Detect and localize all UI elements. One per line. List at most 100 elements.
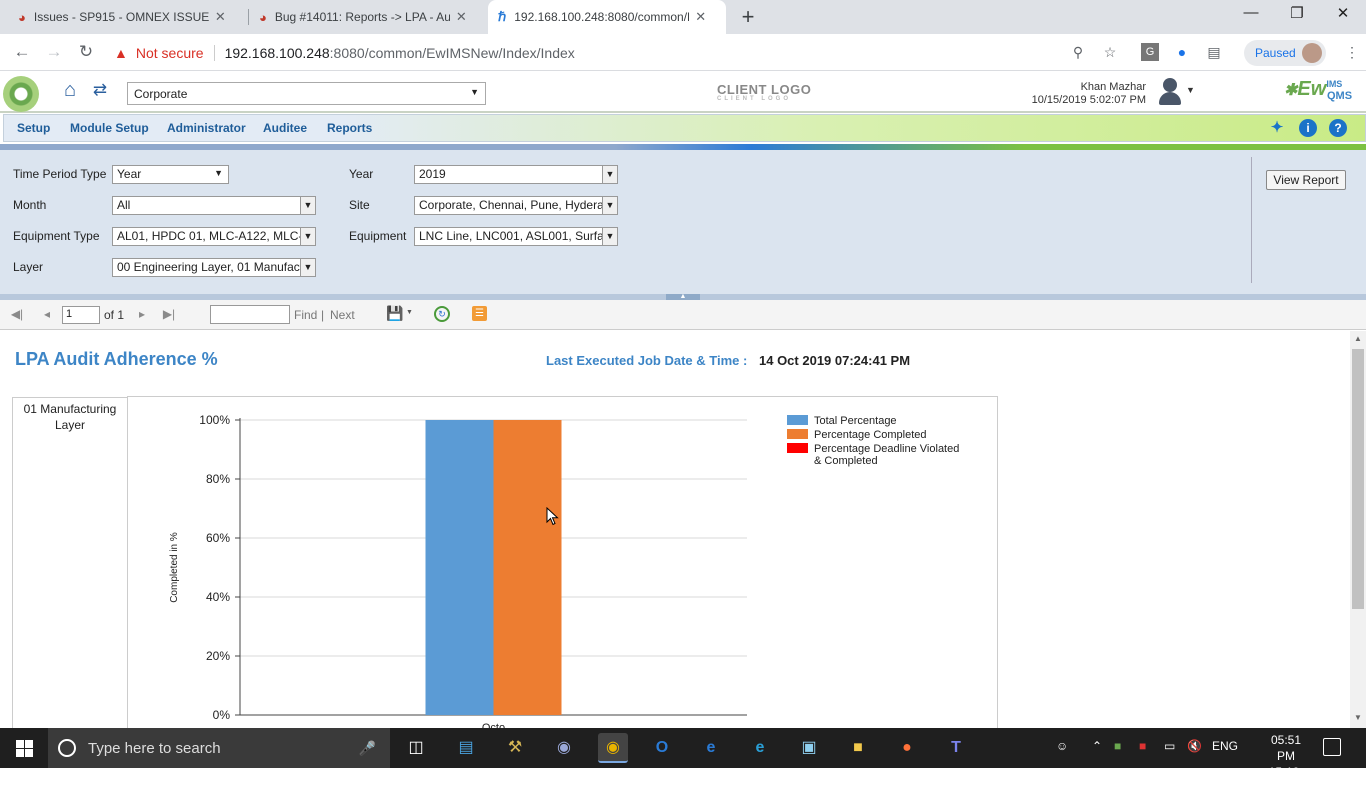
people-icon[interactable]: ☺ bbox=[1056, 739, 1068, 753]
layer-field[interactable]: 00 Engineering Layer, 01 Manufact bbox=[112, 258, 301, 277]
cortana-icon bbox=[58, 739, 76, 757]
menu-setup[interactable]: Setup bbox=[7, 115, 60, 141]
info-icon[interactable]: i bbox=[1299, 119, 1317, 137]
folder-icon[interactable]: ■ bbox=[843, 733, 873, 763]
menu-reports[interactable]: Reports bbox=[317, 115, 382, 141]
pin-icon[interactable]: ✦ bbox=[1268, 119, 1286, 137]
refresh-icon[interactable]: ⇄ bbox=[88, 78, 112, 102]
scroll-down-icon[interactable]: ▼ bbox=[1350, 713, 1366, 722]
save-icon[interactable]: 💾 bbox=[386, 305, 403, 321]
time-period-type-select[interactable]: Year ▼ bbox=[112, 165, 229, 184]
home-icon[interactable]: ⌂ bbox=[58, 78, 82, 102]
microphone-icon[interactable]: 🎤 bbox=[359, 740, 376, 757]
edge-icon[interactable]: e bbox=[696, 733, 726, 763]
file-explorer-app-icon[interactable]: ▤ bbox=[451, 733, 481, 763]
browser-tab-ewims[interactable]: ℏ 192.168.100.248:8080/common/E ✕ bbox=[488, 0, 726, 34]
equipment-type-field[interactable]: AL01, HPDC 01, MLC-A122, MLC-A bbox=[112, 227, 301, 246]
teams-icon[interactable]: T bbox=[941, 733, 971, 763]
client-logo: CLIENT LOGO CLIENT LOGO bbox=[717, 82, 811, 102]
task-view-icon[interactable]: ◫ bbox=[401, 733, 431, 763]
menu-icon[interactable]: ⋮ bbox=[1343, 43, 1361, 61]
browser-tab-bug[interactable]: ◕ Bug #14011: Reports -> LPA - Au ✕ bbox=[249, 0, 487, 34]
previous-page-icon[interactable]: ◂ bbox=[40, 307, 54, 321]
volume-icon[interactable]: 🔇 bbox=[1187, 739, 1202, 753]
window-close-button[interactable]: ✕ bbox=[1320, 4, 1366, 22]
menu-administrator[interactable]: Administrator bbox=[157, 115, 256, 141]
tools-app-icon[interactable]: ⚒ bbox=[500, 733, 530, 763]
minimize-button[interactable]: — bbox=[1228, 4, 1274, 21]
chevron-down-icon[interactable]: ▼ bbox=[1186, 85, 1195, 95]
internet-explorer-icon[interactable]: e bbox=[745, 733, 775, 763]
language-indicator[interactable]: ENG bbox=[1212, 739, 1238, 753]
windows-start-button[interactable] bbox=[0, 728, 48, 768]
scroll-up-icon[interactable]: ▲ bbox=[1350, 334, 1366, 343]
find-link[interactable]: Find bbox=[294, 308, 317, 322]
year-field[interactable]: 2019 bbox=[414, 165, 603, 184]
year-dropdown-button[interactable]: ▼ bbox=[602, 165, 618, 184]
user-icon[interactable] bbox=[1157, 76, 1183, 106]
layer-dropdown-button[interactable]: ▼ bbox=[300, 258, 316, 277]
first-page-icon[interactable]: ◀​| bbox=[10, 307, 24, 321]
notification-icon[interactable] bbox=[1323, 738, 1341, 756]
scrollbar-thumb[interactable] bbox=[1352, 349, 1364, 609]
view-report-button[interactable]: View Report bbox=[1266, 170, 1346, 190]
next-link[interactable]: Next bbox=[330, 308, 355, 322]
document-map-icon[interactable]: ☰ bbox=[472, 306, 487, 321]
y-tick-label: 20% bbox=[206, 649, 230, 663]
notepad-icon[interactable]: ▣ bbox=[794, 733, 824, 763]
month-field[interactable]: All bbox=[112, 196, 301, 215]
close-icon[interactable]: ✕ bbox=[456, 9, 467, 25]
back-button[interactable]: ← bbox=[10, 40, 34, 64]
taskbar-search[interactable]: Type here to search 🎤 bbox=[48, 728, 390, 768]
next-page-icon[interactable]: ▸ bbox=[135, 307, 149, 321]
network-icon[interactable]: ▭ bbox=[1164, 739, 1175, 753]
close-icon[interactable]: ✕ bbox=[695, 9, 706, 25]
grammarly-icon[interactable]: G bbox=[1141, 43, 1159, 61]
forward-button[interactable]: → bbox=[42, 40, 66, 64]
user-datetime: 10/15/2019 5:02:07 PM bbox=[1031, 94, 1146, 106]
outlook-icon[interactable]: O bbox=[647, 733, 677, 763]
company-select[interactable]: Corporate ▼ bbox=[127, 82, 486, 105]
page-number-input[interactable]: 1 bbox=[62, 306, 100, 324]
equipment-value: LNC Line, LNC001, ASL001, Surfac bbox=[419, 229, 603, 243]
chart-container: 0%20%40%60%80%100%Completed in %OctoTota… bbox=[127, 396, 998, 728]
document-icon[interactable]: ▤ bbox=[1205, 43, 1223, 61]
vertical-scrollbar[interactable]: ▲ ▼ bbox=[1350, 331, 1366, 728]
menu-auditee[interactable]: Auditee bbox=[253, 115, 317, 141]
new-tab-button[interactable]: + bbox=[736, 4, 760, 30]
tray-app-icon[interactable]: ■ bbox=[1114, 739, 1121, 753]
close-icon[interactable]: ✕ bbox=[215, 9, 226, 25]
month-dropdown-button[interactable]: ▼ bbox=[300, 196, 316, 215]
chrome-icon[interactable]: ◉ bbox=[598, 733, 628, 763]
profile-status: Paused bbox=[1255, 46, 1296, 60]
key-icon[interactable]: ⚲ bbox=[1069, 43, 1087, 61]
help-icon[interactable]: ? bbox=[1329, 119, 1347, 137]
find-input[interactable] bbox=[210, 305, 290, 324]
tray-app-icon[interactable]: ■ bbox=[1139, 739, 1146, 753]
refresh-icon[interactable]: ↻ bbox=[434, 306, 450, 322]
equipment-dropdown-button[interactable]: ▼ bbox=[602, 227, 618, 246]
site-field[interactable]: Corporate, Chennai, Pune, Hydera bbox=[414, 196, 603, 215]
firefox-icon[interactable]: ● bbox=[892, 733, 922, 763]
menu-module-setup[interactable]: Module Setup bbox=[60, 115, 159, 141]
taskbar-clock[interactable]: 05:51 PM 15-10-2019 bbox=[1261, 732, 1311, 796]
report-parameters: Time Period Type Year ▼ Year 2019 ▼ Mont… bbox=[0, 150, 1366, 294]
month-value: All bbox=[117, 198, 131, 212]
reload-button[interactable]: ↻ bbox=[74, 40, 98, 64]
chevron-down-icon[interactable]: ▼ bbox=[406, 309, 413, 316]
last-page-icon[interactable]: ▶| bbox=[162, 307, 176, 321]
parameter-divider bbox=[1251, 157, 1252, 283]
eclipse-icon[interactable]: ◉ bbox=[549, 733, 579, 763]
address-bar[interactable]: ▲ Not secure 192.168.100.248 :8080/commo… bbox=[108, 39, 1128, 66]
bar bbox=[493, 420, 562, 715]
equipment-field[interactable]: LNC Line, LNC001, ASL001, Surfac bbox=[414, 227, 603, 246]
profile-button[interactable]: Paused bbox=[1244, 40, 1326, 66]
equipment-type-dropdown-button[interactable]: ▼ bbox=[300, 227, 316, 246]
browser-tab-issues[interactable]: ◕ Issues - SP915 - OMNEX ISSUE TR ✕ bbox=[8, 0, 246, 34]
maximize-button[interactable]: ❐ bbox=[1274, 4, 1320, 22]
extension-icon[interactable]: ● bbox=[1173, 43, 1191, 61]
show-hidden-icon[interactable]: ⌃ bbox=[1092, 739, 1102, 753]
y-axis-label: Completed in % bbox=[169, 532, 180, 603]
site-dropdown-button[interactable]: ▼ bbox=[602, 196, 618, 215]
star-icon[interactable]: ☆ bbox=[1101, 43, 1119, 61]
